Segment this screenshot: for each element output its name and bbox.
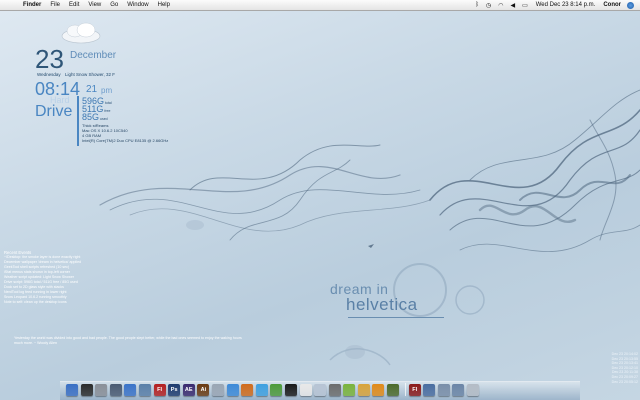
dock-textedit-icon[interactable] — [299, 384, 312, 396]
dock-separator — [404, 383, 406, 396]
system-info: Thick stReams Mac OS X 10.6.2 10C540 4 G… — [82, 123, 168, 143]
time-minutes-small: 21 — [86, 84, 98, 95]
dock-time-machine-icon[interactable] — [109, 384, 122, 396]
dock-firefox-icon[interactable] — [241, 384, 254, 396]
dock-illustrator-icon[interactable]: Ai — [197, 384, 210, 396]
system-info-line: Intel(R) Core(TM)2 Duo CPU E8135 @ 2.66G… — [82, 138, 169, 143]
dock-documents-stack-icon[interactable] — [437, 384, 450, 396]
dock-vlc-icon[interactable] — [372, 384, 385, 396]
dock-finder-icon[interactable] — [66, 384, 78, 396]
events-list: Recent Events ~/Desktop: the smoke layer… — [4, 250, 108, 305]
drive-label: Drive — [35, 103, 73, 120]
event-line: Note to self: clean up the desktop icons — [4, 300, 67, 304]
wallpaper-tagline: dream in helvetica — [330, 282, 418, 314]
time-ampm: pm — [101, 86, 113, 95]
dock-flash-document-icon[interactable]: Fl — [408, 384, 421, 396]
dock-itunes-icon[interactable] — [124, 384, 137, 396]
dock-flash-icon[interactable]: Fl — [153, 384, 166, 396]
date-weekday: Wednesday — [37, 72, 61, 77]
log-feed: Dec 23 20:14:02 Dec 23 20:13:55 Dec 23 2… — [592, 352, 638, 384]
dock-after-effects-icon[interactable]: AE — [182, 384, 195, 396]
quote-text: Yesterday the world was divided into goo… — [14, 336, 242, 345]
dock-dashboard-icon[interactable] — [80, 384, 93, 396]
dock-photoshop-icon[interactable]: Ps — [168, 384, 181, 396]
dock-safari-icon[interactable] — [226, 384, 239, 396]
dock-iphoto-icon[interactable] — [138, 384, 151, 396]
weather-condition: Light Snow Shower, 32 F — [65, 72, 116, 77]
dock-trash-icon[interactable] — [467, 384, 480, 396]
dock-ichat-icon[interactable] — [255, 384, 268, 396]
date-day: 23 — [35, 44, 64, 74]
cloud-icon — [61, 22, 101, 44]
dock-adium-icon[interactable] — [270, 384, 283, 396]
drive-used-value: 85G — [82, 112, 100, 122]
drive-divider — [77, 96, 79, 146]
dock-transmit-icon[interactable] — [357, 384, 370, 396]
date-month: December — [70, 50, 117, 61]
dock-applications-stack-icon[interactable] — [423, 384, 436, 396]
dock-coda-icon[interactable] — [343, 384, 356, 396]
log-line: Dec 23 20:05:12 — [611, 379, 638, 384]
dock-mail-icon[interactable] — [211, 384, 224, 396]
dock-system-preferences-icon[interactable] — [95, 384, 108, 396]
dock-calculator-icon[interactable] — [328, 384, 341, 396]
dock-downloads-stack-icon[interactable] — [452, 384, 465, 396]
dock: Fl Ps AE Ai Fl — [66, 378, 482, 396]
dock-activity-monitor-icon[interactable] — [387, 384, 400, 396]
dock-preview-icon[interactable] — [314, 384, 327, 396]
dock-terminal-icon[interactable] — [284, 384, 297, 396]
tagline-underline — [348, 317, 444, 318]
drive-used-unit: used — [100, 117, 108, 121]
tagline-line2: helvetica — [346, 295, 418, 314]
